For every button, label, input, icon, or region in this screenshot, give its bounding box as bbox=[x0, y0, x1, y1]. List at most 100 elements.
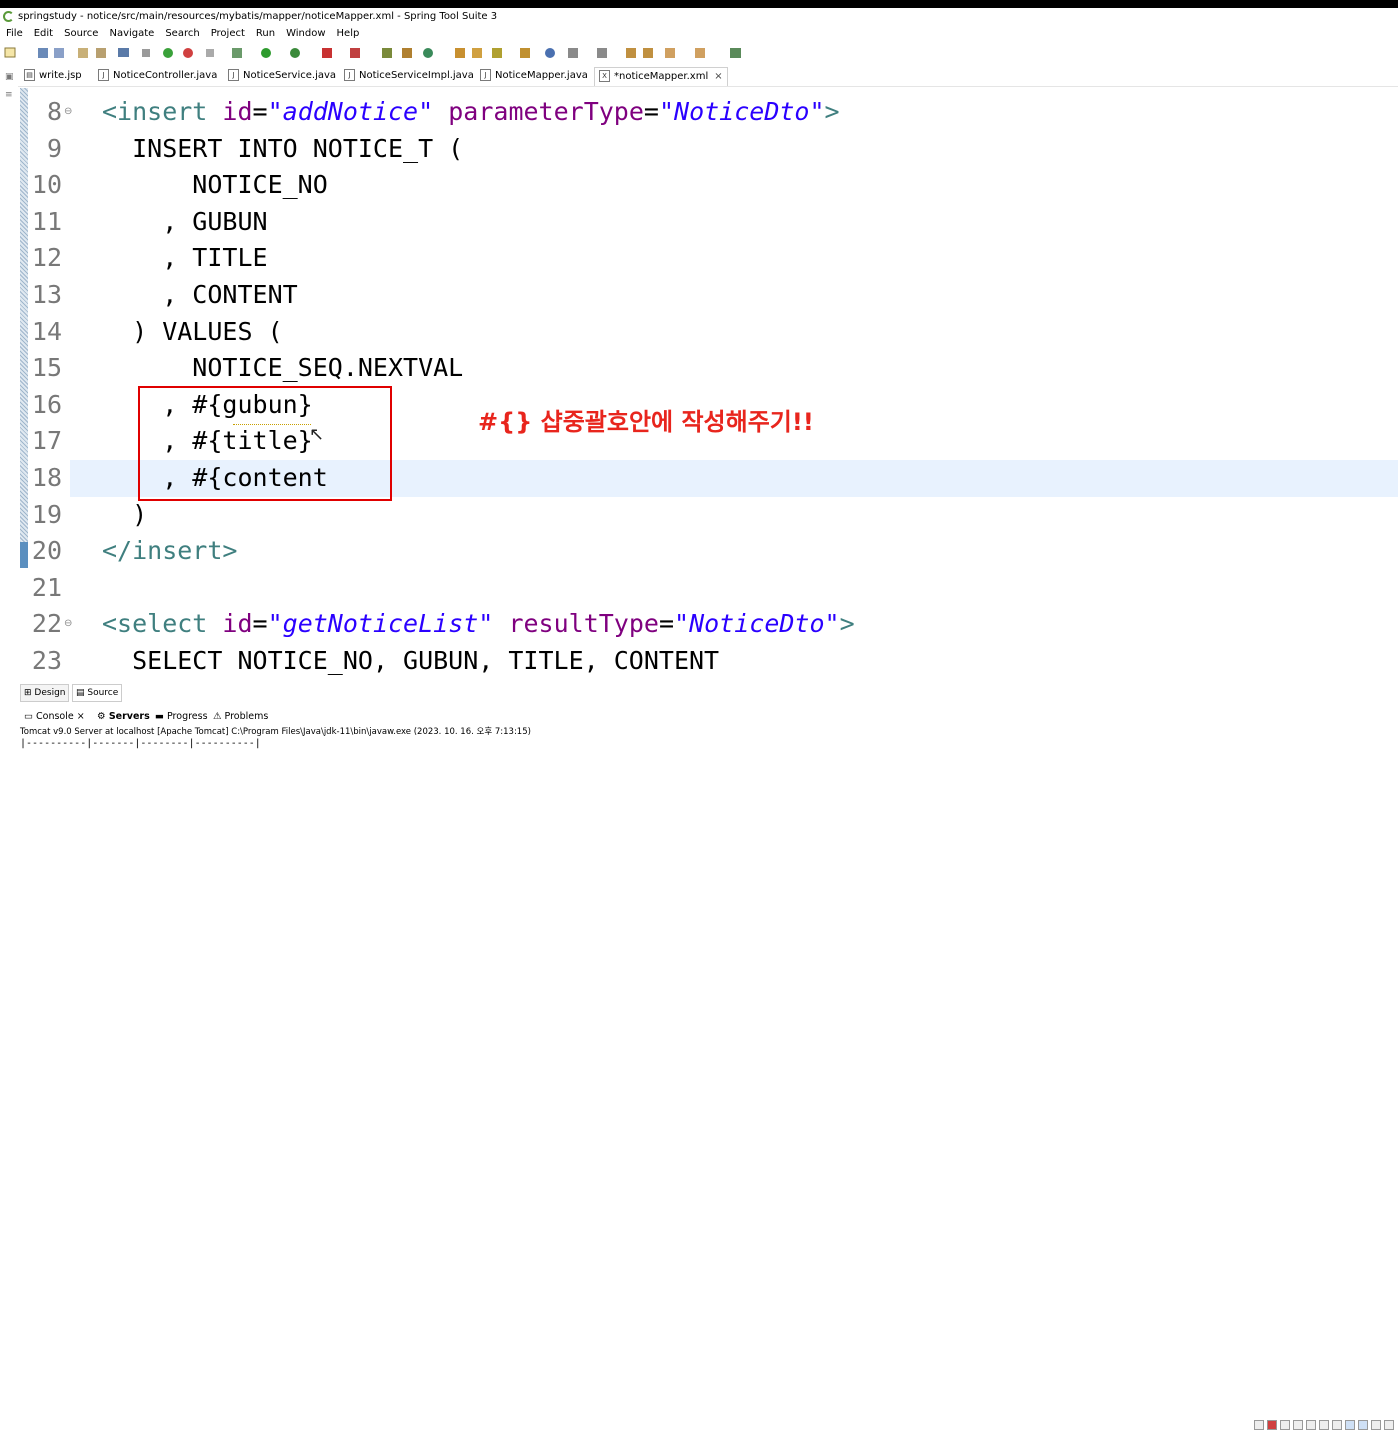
code-text: </insert> bbox=[102, 533, 237, 569]
menu-run[interactable]: Run bbox=[250, 26, 280, 42]
menu-help[interactable]: Help bbox=[331, 26, 365, 42]
close-icon[interactable]: × bbox=[714, 71, 722, 82]
line-number: 13 bbox=[31, 280, 62, 309]
code-line[interactable]: 22 ⊖ <select id="getNoticeList" resultType… bbox=[30, 606, 1398, 643]
line-number: 19 bbox=[31, 499, 62, 529]
code-token: id bbox=[222, 609, 253, 639]
code-text: , TITLE bbox=[102, 240, 268, 276]
code-token: = bbox=[658, 609, 675, 639]
xml-file-icon: X bbox=[599, 70, 610, 82]
progress-icon: ▬ bbox=[155, 711, 167, 722]
menu-search[interactable]: Search bbox=[159, 26, 204, 42]
tab-notice-controller[interactable]: J NoticeController.java bbox=[98, 67, 217, 85]
tab-label: *noticeMapper.xml bbox=[614, 71, 709, 82]
code-token: <select bbox=[102, 609, 223, 639]
tab-problems[interactable]: ⚠ Problems bbox=[213, 708, 268, 726]
tab-problems-label: Problems bbox=[224, 711, 269, 722]
tab-notice-service[interactable]: J NoticeService.java bbox=[228, 67, 336, 85]
tab-label: NoticeController.java bbox=[113, 70, 218, 81]
toolbar-icons[interactable] bbox=[0, 43, 760, 63]
code-line[interactable]: 23 SELECT NOTICE_NO, GUBUN, TITLE, CONTE… bbox=[30, 643, 1398, 678]
tab-notice-service-impl[interactable]: J NoticeServiceImpl.java bbox=[344, 67, 474, 85]
line-number: 10 bbox=[31, 170, 62, 200]
tab-notice-mapper-java[interactable]: J NoticeMapper.java bbox=[480, 67, 588, 85]
line-number: 18 bbox=[31, 463, 62, 492]
code-token: > bbox=[839, 609, 855, 639]
code-text: <insert id="addNotice" parameterType="No… bbox=[102, 94, 840, 130]
tab-design-label: Design bbox=[34, 688, 66, 698]
tab-progress[interactable]: ▬ Progress bbox=[155, 708, 208, 726]
console-view-header: ▭ Console × ⚙ Servers ▬ Progress ⚠ Probl… bbox=[0, 708, 1398, 1430]
console-toolbar[interactable] bbox=[1251, 1419, 1394, 1431]
tab-label: write.jsp bbox=[39, 70, 82, 81]
tab-design[interactable]: ⊞ Design bbox=[20, 684, 70, 702]
code-line[interactable]: 19 ) bbox=[30, 497, 1398, 534]
line-number: 17 bbox=[31, 426, 62, 456]
code-token: , TITLE bbox=[102, 243, 268, 273]
menu-source[interactable]: Source bbox=[58, 26, 103, 42]
ruler-current-marker bbox=[20, 542, 28, 568]
problems-icon: ⚠ bbox=[213, 711, 225, 722]
highlight-box bbox=[138, 386, 392, 501]
code-line[interactable]: 21 bbox=[30, 570, 1398, 607]
servers-icon: ⚙ bbox=[97, 711, 109, 722]
tab-servers[interactable]: ⚙ Servers bbox=[97, 708, 150, 726]
tab-servers-label: Servers bbox=[108, 711, 150, 722]
code-token: = bbox=[252, 609, 268, 639]
window-title: springstudy - notice/src/main/resources/… bbox=[18, 11, 498, 22]
code-token: INSERT INTO NOTICE_T ( bbox=[102, 133, 464, 163]
fold-toggle-icon[interactable]: ⊖ bbox=[64, 618, 72, 629]
code-token: parameterType bbox=[448, 97, 644, 126]
code-text: ) bbox=[102, 497, 147, 533]
code-line[interactable]: 14 ) VALUES ( bbox=[30, 314, 1398, 351]
menu-window[interactable]: Window bbox=[280, 26, 330, 42]
tab-write-jsp[interactable]: ▤ write.jsp bbox=[24, 67, 82, 85]
close-icon[interactable]: × bbox=[77, 711, 85, 722]
tab-console[interactable]: ▭ Console × bbox=[24, 708, 85, 726]
code-token: ) VALUES ( bbox=[102, 316, 283, 346]
code-line[interactable]: 12 , TITLE bbox=[30, 240, 1398, 277]
menu-navigate[interactable]: Navigate bbox=[103, 26, 159, 42]
tab-console-label: Console bbox=[36, 711, 74, 722]
code-line[interactable]: 20 </insert> bbox=[30, 533, 1398, 570]
tab-source[interactable]: ▤ Source bbox=[72, 684, 123, 702]
tab-notice-mapper-xml[interactable]: X *noticeMapper.xml × bbox=[594, 67, 728, 86]
code-line[interactable]: 9 INSERT INTO NOTICE_T ( bbox=[30, 131, 1398, 168]
code-line[interactable]: 13 , CONTENT bbox=[30, 277, 1398, 314]
code-token: "getNoticeList" bbox=[267, 609, 494, 639]
code-token: , GUBUN bbox=[102, 206, 268, 236]
line-number: 16 bbox=[31, 389, 62, 419]
java-file-icon: J bbox=[344, 69, 355, 81]
tab-progress-label: Progress bbox=[167, 711, 208, 722]
menu-bar: File Edit Source Navigate Search Project Run Wi… bbox=[0, 26, 1398, 42]
top-black-bar bbox=[0, 0, 1398, 8]
line-number: 11 bbox=[31, 206, 62, 236]
line-number: 14 bbox=[31, 316, 62, 346]
java-file-icon: J bbox=[98, 69, 109, 81]
code-line[interactable]: 15 NOTICE_SEQ.NEXTVAL bbox=[30, 350, 1398, 387]
code-text: SELECT NOTICE_NO, GUBUN, TITLE, CONTENT bbox=[102, 643, 719, 678]
annotation-text: #{} 샵중괄호안에 작성해주기!! bbox=[478, 408, 814, 436]
code-text: NOTICE_NO bbox=[102, 167, 327, 203]
code-token: "NoticeDto" bbox=[658, 97, 825, 126]
menu-file[interactable]: File bbox=[0, 26, 28, 42]
restore-icon[interactable]: ▣ bbox=[5, 72, 14, 82]
code-token: > bbox=[824, 97, 840, 126]
code-token: = bbox=[643, 97, 659, 126]
code-token: resultType bbox=[508, 609, 659, 639]
code-line[interactable]: 11 , GUBUN bbox=[30, 204, 1398, 241]
menu-edit[interactable]: Edit bbox=[28, 26, 58, 42]
code-line[interactable]: 10 NOTICE_NO bbox=[30, 167, 1398, 204]
line-number: 15 bbox=[31, 353, 62, 383]
outline-icon[interactable]: ≡ bbox=[5, 90, 13, 100]
left-trim: ▣ ≡ bbox=[0, 66, 18, 686]
line-number: 12 bbox=[31, 243, 62, 273]
line-number: 22 bbox=[31, 609, 62, 639]
fold-toggle-icon[interactable]: ⊖ bbox=[64, 106, 72, 117]
editor-tab-bar: ▤ write.jsp J NoticeController.java J Notic… bbox=[0, 64, 1398, 87]
code-token: id bbox=[222, 97, 253, 126]
line-number: 8 bbox=[46, 97, 62, 126]
code-line[interactable]: 8 ⊖ <insert id="addNotice" parameterType="… bbox=[30, 94, 1398, 131]
menu-project[interactable]: Project bbox=[205, 26, 250, 42]
